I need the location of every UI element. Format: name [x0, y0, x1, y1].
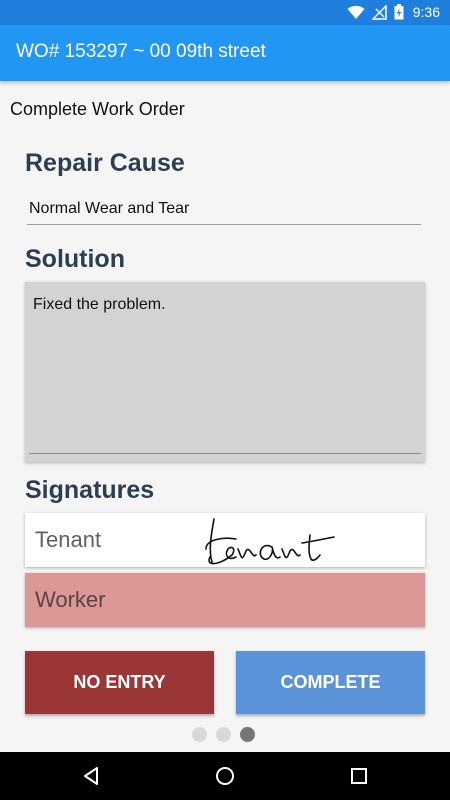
complete-button[interactable]: COMPLETE	[236, 651, 425, 714]
status-time: 9:36	[412, 4, 440, 20]
solution-textarea[interactable]: Fixed the problem.	[25, 282, 425, 462]
page-dot-3[interactable]	[240, 727, 255, 742]
page-indicator	[192, 727, 255, 742]
status-icons: 9:36	[347, 4, 440, 20]
repair-cause-value: Normal Wear and Tear	[29, 200, 190, 217]
nav-bar	[0, 752, 450, 800]
page-subtitle: Complete Work Order	[10, 99, 185, 119]
page-dot-2[interactable]	[216, 727, 231, 742]
battery-charging-icon	[394, 4, 404, 20]
signatures-heading: Signatures	[25, 476, 155, 504]
app-title: WO# 153297 ~ 00 09th street	[16, 41, 266, 62]
recents-icon	[351, 768, 367, 784]
recents-button[interactable]	[347, 764, 371, 788]
back-icon	[84, 767, 98, 785]
solution-underline	[29, 453, 421, 454]
worker-signature-label: Worker	[35, 587, 106, 612]
back-button[interactable]	[79, 764, 103, 788]
tenant-signature-pad[interactable]: Tenant	[25, 513, 425, 567]
solution-value: Fixed the problem.	[33, 296, 166, 313]
no-entry-button[interactable]: NO ENTRY	[25, 651, 214, 714]
home-button[interactable]	[213, 764, 237, 788]
worker-signature-pad[interactable]: Worker	[25, 573, 425, 627]
repair-cause-field[interactable]: Normal Wear and Tear	[27, 198, 421, 225]
tenant-signature-label: Tenant	[35, 527, 102, 552]
solution-heading: Solution	[25, 245, 125, 273]
app-bar: WO# 153297 ~ 00 09th street	[0, 25, 450, 81]
tenant-signature-drawing	[205, 518, 335, 565]
home-icon	[216, 767, 234, 785]
wifi-icon	[347, 5, 365, 19]
status-bar: 9:36	[0, 0, 450, 25]
page-dot-1[interactable]	[192, 727, 207, 742]
repair-cause-heading: Repair Cause	[25, 149, 185, 177]
no-signal-icon	[371, 4, 387, 20]
